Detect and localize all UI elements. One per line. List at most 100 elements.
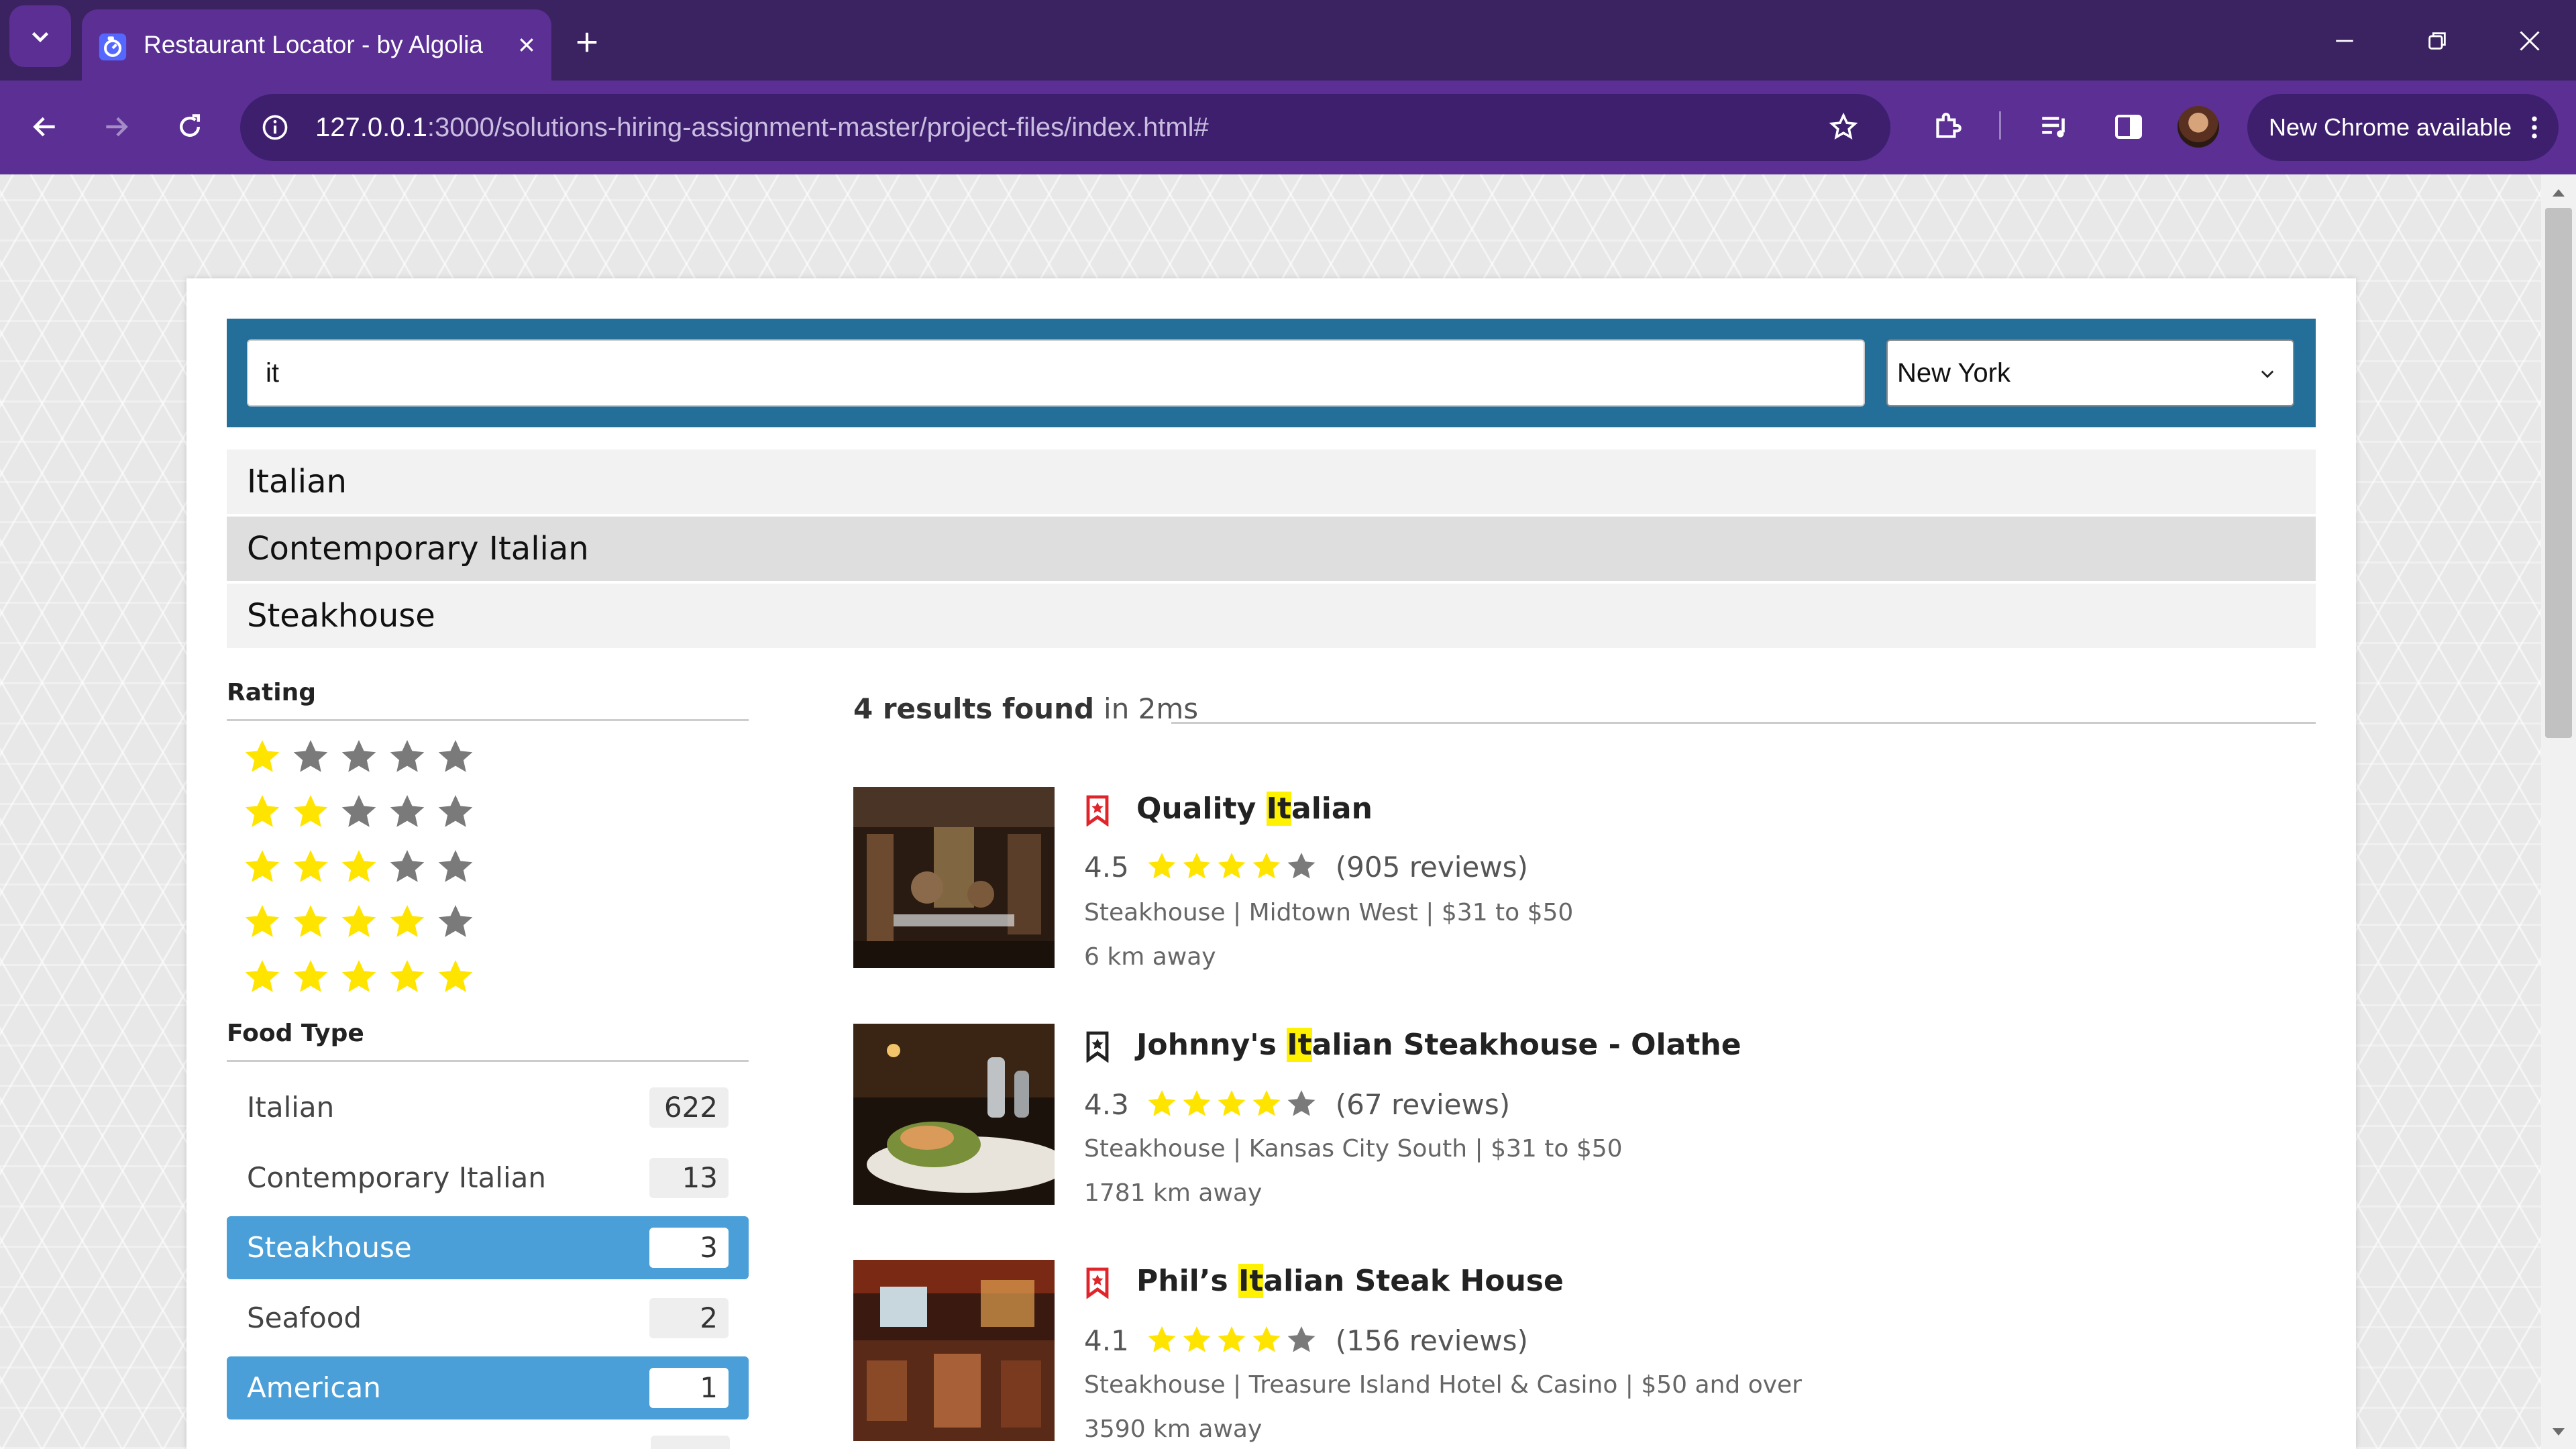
profile-avatar[interactable] bbox=[2178, 106, 2219, 148]
reload-button[interactable] bbox=[153, 90, 227, 164]
url-text[interactable]: 127.0.0.1:3000/solutions-hiring-assignme… bbox=[315, 94, 1209, 161]
rating-filter-4-stars[interactable] bbox=[241, 898, 476, 947]
scroll-up-arrow-icon[interactable] bbox=[2551, 186, 2567, 199]
chevron-down-icon bbox=[32, 32, 49, 43]
forward-button[interactable] bbox=[79, 90, 153, 164]
restaurant-photo[interactable] bbox=[853, 787, 1055, 968]
restore-button[interactable] bbox=[2400, 4, 2474, 78]
new-tab-button[interactable] bbox=[550, 5, 624, 79]
minimize-icon bbox=[2336, 40, 2353, 42]
new-chrome-available-button[interactable]: New Chrome available bbox=[2247, 94, 2559, 161]
star-empty-icon bbox=[1287, 1326, 1316, 1352]
facet-item-american[interactable]: American 1 bbox=[227, 1356, 749, 1419]
section-divider bbox=[227, 1060, 749, 1062]
rating-score: 4.1 bbox=[1084, 1324, 1129, 1357]
star-empty-icon bbox=[1287, 853, 1316, 879]
restaurant-photo[interactable] bbox=[853, 1024, 1055, 1205]
suggestion-item[interactable]: Contemporary Italian bbox=[227, 517, 2316, 581]
results-divider bbox=[1171, 722, 2316, 724]
rating-filter-2-stars[interactable] bbox=[241, 788, 476, 837]
name-highlight: It bbox=[1238, 1264, 1264, 1298]
suggestion-item[interactable]: Italian bbox=[227, 449, 2316, 514]
bookmark-icon[interactable] bbox=[1084, 1267, 1111, 1299]
scrollbar-thumb[interactable] bbox=[2545, 208, 2572, 738]
address-bar[interactable]: 127.0.0.1:3000/solutions-hiring-assignme… bbox=[240, 94, 1890, 161]
rating-score: 4.5 bbox=[1084, 850, 1129, 883]
rating-filter-5-stars[interactable] bbox=[241, 953, 476, 1002]
rating-filter-1-stars[interactable] bbox=[241, 733, 476, 782]
section-divider bbox=[227, 719, 749, 721]
star-filled-icon bbox=[1252, 1090, 1281, 1116]
restaurant-name[interactable]: Phil’s Italian Steak House bbox=[1136, 1264, 1564, 1298]
tab-search-button[interactable] bbox=[9, 5, 71, 67]
url-host: 127.0.0.1 bbox=[315, 113, 427, 142]
bookmark-icon[interactable] bbox=[1084, 1030, 1111, 1063]
suggestion-item[interactable]: Steakhouse bbox=[227, 584, 2316, 648]
facet-item-steakhouse[interactable]: Steakhouse 3 bbox=[227, 1216, 749, 1279]
bookmark-star-icon[interactable] bbox=[1827, 111, 1860, 144]
rating-section-title: Rating bbox=[227, 679, 316, 706]
facet-count-partial bbox=[651, 1436, 730, 1449]
restore-icon bbox=[2428, 32, 2446, 50]
star-filled-icon bbox=[1252, 1326, 1281, 1352]
restaurant-meta: Steakhouse | Treasure Island Hotel & Cas… bbox=[1084, 1371, 1802, 1399]
tab-title: Restaurant Locator - by Algolia bbox=[144, 31, 483, 58]
review-count: (67 reviews) bbox=[1335, 1087, 1511, 1121]
facet-item-seafood[interactable]: Seafood 2 bbox=[227, 1287, 749, 1350]
side-panel-button[interactable] bbox=[2092, 90, 2165, 164]
scroll-down-arrow-icon[interactable] bbox=[2551, 1426, 2567, 1438]
restaurant-photo[interactable] bbox=[853, 1260, 1055, 1441]
facet-item-contemporary-italian[interactable]: Contemporary Italian 13 bbox=[227, 1146, 749, 1210]
name-highlight: It bbox=[1287, 1028, 1312, 1062]
star-filled-icon bbox=[245, 740, 280, 772]
restaurant-meta: Steakhouse | Midtown West | $31 to $50 bbox=[1084, 899, 1574, 926]
close-icon bbox=[520, 38, 533, 52]
star-filled-icon bbox=[1148, 1326, 1176, 1352]
star-filled-icon bbox=[245, 795, 280, 827]
city-select[interactable]: New York bbox=[1886, 339, 2294, 407]
close-window-button[interactable] bbox=[2493, 4, 2567, 78]
facet-count: 3 bbox=[649, 1228, 729, 1268]
restaurant-meta: Steakhouse | Kansas City South | $31 to … bbox=[1084, 1135, 1623, 1163]
close-tab-button[interactable] bbox=[498, 16, 555, 74]
search-input[interactable]: it bbox=[247, 339, 1865, 407]
facet-count: 1 bbox=[649, 1368, 729, 1408]
star-empty-icon bbox=[341, 795, 376, 827]
extensions-button[interactable] bbox=[1911, 90, 1984, 164]
site-info-icon[interactable] bbox=[260, 113, 290, 142]
name-part: Phil’s bbox=[1136, 1264, 1238, 1298]
restaurant-photo-image bbox=[853, 1260, 1055, 1441]
star-rating bbox=[1145, 850, 1318, 883]
results-summary: 4 results found in 2ms bbox=[853, 688, 1198, 729]
arrow-left-icon bbox=[33, 117, 55, 137]
star-filled-icon bbox=[1148, 1090, 1176, 1116]
star-filled-icon bbox=[1218, 1090, 1246, 1116]
star-filled-icon bbox=[293, 850, 328, 882]
browser-tab[interactable]: Restaurant Locator - by Algolia bbox=[82, 9, 551, 80]
media-controls-button[interactable] bbox=[2018, 90, 2092, 164]
media-queue-icon bbox=[2042, 117, 2065, 138]
star-filled-icon bbox=[293, 795, 328, 827]
star-filled-icon bbox=[1148, 853, 1176, 879]
restaurant-name[interactable]: Johnny's Italian Steakhouse - Olathe bbox=[1136, 1028, 1741, 1062]
back-button[interactable] bbox=[8, 90, 82, 164]
facet-count: 13 bbox=[649, 1158, 729, 1198]
minimize-button[interactable] bbox=[2308, 4, 2381, 78]
rating-filter-3-stars[interactable] bbox=[241, 843, 476, 892]
facet-label: American bbox=[247, 1371, 381, 1404]
star-empty-icon bbox=[1287, 1090, 1316, 1116]
city-select-value: New York bbox=[1897, 358, 2010, 388]
restaurant-distance: 3590 km away bbox=[1084, 1415, 1263, 1443]
close-icon bbox=[2520, 31, 2540, 51]
toolbar-divider bbox=[1999, 111, 2001, 140]
facet-item-italian[interactable]: Italian 622 bbox=[227, 1076, 749, 1139]
star-filled-icon bbox=[245, 850, 280, 882]
bookmark-icon[interactable] bbox=[1084, 794, 1111, 826]
restaurant-name[interactable]: Quality Italian bbox=[1136, 792, 1373, 826]
star-empty-icon bbox=[293, 740, 328, 772]
star-empty-icon bbox=[438, 740, 473, 772]
more-vertical-icon bbox=[2532, 116, 2537, 139]
facet-label: Italian bbox=[247, 1091, 335, 1124]
name-part: alian Steak House bbox=[1263, 1264, 1564, 1298]
review-count: (905 reviews) bbox=[1335, 850, 1528, 883]
